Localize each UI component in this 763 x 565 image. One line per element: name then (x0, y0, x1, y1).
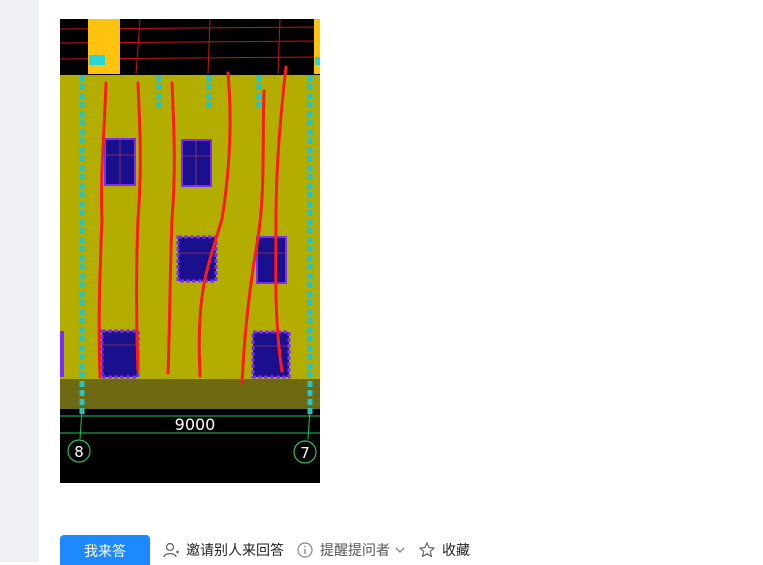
dimension-label: 9000 (175, 415, 216, 434)
user-add-icon (162, 541, 180, 559)
remind-asker-action[interactable]: 提醒提问者 (296, 535, 406, 565)
invite-answer-label: 邀请别人来回答 (186, 542, 284, 558)
chevron-down-icon (394, 544, 406, 556)
axis-label-left: 8 (74, 443, 84, 461)
favorite-label: 收藏 (442, 542, 470, 558)
star-icon (418, 541, 436, 559)
base-strip (60, 379, 320, 409)
cad-drawing-image: 9000 8 7 (60, 19, 320, 483)
invite-answer-action[interactable]: 邀请别人来回答 (162, 535, 284, 565)
favorite-action[interactable]: 收藏 (418, 535, 470, 565)
answer-button[interactable]: 我来答 (60, 535, 150, 565)
axis-label-right: 7 (300, 444, 310, 462)
left-rail (0, 0, 39, 562)
info-icon (296, 541, 314, 559)
answer-action-bar: 我来答 邀请别人来回答 提醒提问者 收藏 (60, 535, 760, 565)
remind-asker-label: 提醒提问者 (320, 542, 390, 558)
